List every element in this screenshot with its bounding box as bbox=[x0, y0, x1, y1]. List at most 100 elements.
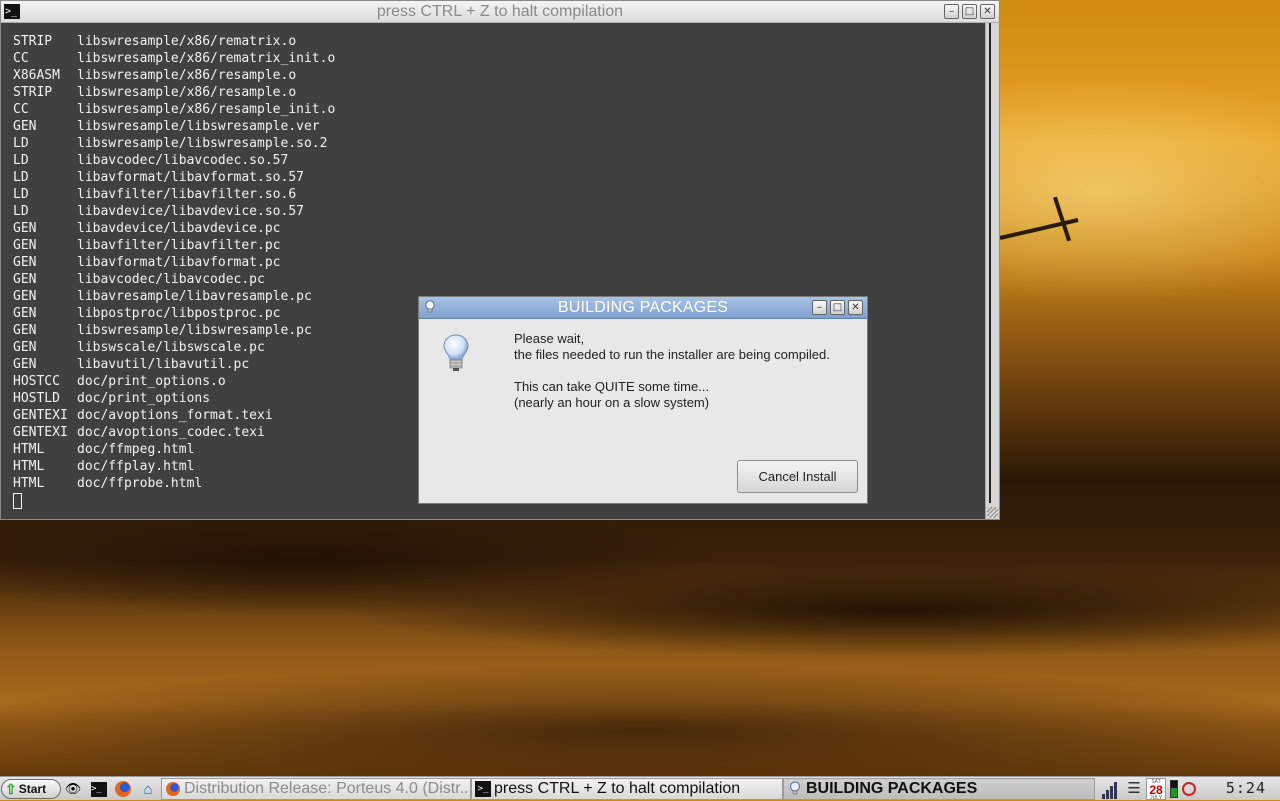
firefox-icon bbox=[165, 781, 181, 797]
terminal-icon: >_ bbox=[475, 781, 491, 797]
terminal-line-path: libswscale/libswscale.pc bbox=[77, 340, 265, 355]
terminal-line-tag: GEN bbox=[13, 357, 37, 372]
terminal-scrollbar[interactable] bbox=[985, 23, 999, 519]
start-label: Start bbox=[18, 782, 47, 796]
terminal-line-tag: GEN bbox=[13, 323, 37, 338]
task-label: BUILDING PACKAGES bbox=[806, 780, 978, 797]
lightbulb-icon bbox=[441, 333, 471, 371]
terminal-line-tag: GEN bbox=[13, 306, 37, 321]
task-terminal[interactable]: >_ press CTRL + Z to halt compilation bbox=[471, 778, 783, 800]
calendar-icon[interactable]: SAT 28 JULY bbox=[1146, 778, 1166, 801]
terminal-line-path: libavfilter/libavfilter.pc bbox=[77, 238, 281, 253]
terminal-line: LD libswresample/libswresample.so.2 bbox=[13, 135, 973, 152]
eye-icon[interactable]: 👁 bbox=[62, 779, 84, 799]
cancel-install-button[interactable]: Cancel Install bbox=[737, 460, 858, 493]
terminal-line-path: doc/avoptions_codec.texi bbox=[77, 425, 265, 440]
close-button[interactable]: ✕ bbox=[980, 4, 995, 19]
terminal-line-path: doc/ffprobe.html bbox=[77, 476, 203, 491]
terminal-line-path: doc/print_options bbox=[77, 391, 211, 406]
building-packages-dialog[interactable]: BUILDING PACKAGES – □ ✕ Please wait, the… bbox=[418, 296, 868, 504]
window-controls: – □ ✕ bbox=[944, 4, 995, 19]
terminal-line-tag: HTML bbox=[13, 476, 45, 491]
wallpaper-horizon bbox=[0, 520, 1280, 780]
terminal-line-tag: LD bbox=[13, 153, 29, 168]
terminal-line: GEN libavcodec/libavcodec.pc bbox=[13, 271, 973, 288]
task-building-packages[interactable]: BUILDING PACKAGES bbox=[783, 778, 1095, 800]
terminal-title: press CTRL + Z to halt compilation bbox=[376, 2, 624, 20]
terminal-line-tag: LD bbox=[13, 204, 29, 219]
terminal-line-tag: GEN bbox=[13, 272, 37, 287]
terminal-line-tag: LD bbox=[13, 187, 29, 202]
terminal-line: GEN libswresample/libswresample.ver bbox=[13, 118, 973, 135]
terminal-title-bar[interactable]: >_ press CTRL + Z to halt compilation – … bbox=[1, 1, 999, 23]
terminal-line-path: libswresample/x86/resample_init.o bbox=[77, 102, 336, 117]
terminal-line-tag: LD bbox=[13, 170, 29, 185]
update-icon[interactable] bbox=[1182, 782, 1196, 796]
terminal-line: GEN libavdevice/libavdevice.pc bbox=[13, 220, 973, 237]
taskbar: ⇧ Start 👁 >_ ⌂ Distribution Release: Por… bbox=[0, 776, 1280, 801]
terminal-line-tag: HOSTLD bbox=[13, 391, 60, 406]
terminal-line-path: libswresample/x86/rematrix_init.o bbox=[77, 51, 336, 66]
terminal-line-path: libavformat/libavformat.pc bbox=[77, 255, 281, 270]
lightbulb-icon bbox=[787, 781, 803, 797]
task-label: Distribution Release: Porteus 4.0 (Distr… bbox=[184, 780, 471, 797]
start-arrow-icon: ⇧ bbox=[5, 781, 17, 797]
task-browser[interactable]: Distribution Release: Porteus 4.0 (Distr… bbox=[161, 778, 471, 800]
terminal-line-path: libswresample/x86/rematrix.o bbox=[77, 34, 297, 49]
clock: 5:24 bbox=[1225, 779, 1266, 797]
terminal-line: LD libavcodec/libavcodec.so.57 bbox=[13, 152, 973, 169]
terminal-line-tag: HTML bbox=[13, 459, 45, 474]
terminal-line-path: libavdevice/libavdevice.pc bbox=[77, 221, 281, 236]
terminal-line-path: libavformat/libavformat.so.57 bbox=[77, 170, 304, 185]
terminal-line-path: libavutil/libavutil.pc bbox=[77, 357, 250, 372]
terminal-line-path: doc/ffplay.html bbox=[77, 459, 195, 474]
terminal-line-path: libswresample/x86/resample.o bbox=[77, 68, 297, 83]
maximize-button[interactable]: □ bbox=[962, 4, 977, 19]
terminal-line-tag: GEN bbox=[13, 221, 37, 236]
home-icon[interactable]: ⌂ bbox=[137, 779, 159, 799]
terminal-line: CC libswresample/x86/rematrix_init.o bbox=[13, 50, 973, 67]
network-signal-icon[interactable] bbox=[1100, 779, 1122, 799]
dialog-line-2: the files needed to run the installer ar… bbox=[514, 347, 830, 362]
dialog-message: Please wait, the files needed to run the… bbox=[514, 331, 830, 411]
terminal-line-tag: GEN bbox=[13, 289, 37, 304]
terminal-line-tag: GEN bbox=[13, 340, 37, 355]
terminal-line: LD libavfilter/libavfilter.so.6 bbox=[13, 186, 973, 203]
terminal-line-path: doc/ffmpeg.html bbox=[77, 442, 195, 457]
terminal-line-path: doc/print_options.o bbox=[77, 374, 226, 389]
terminal-line-path: libswresample/libswresample.so.2 bbox=[77, 136, 328, 151]
terminal-line-tag: STRIP bbox=[13, 85, 53, 100]
terminal-line-path: libavfilter/libavfilter.so.6 bbox=[77, 187, 297, 202]
firefox-icon[interactable] bbox=[112, 779, 134, 799]
dialog-close-button[interactable]: ✕ bbox=[848, 300, 863, 315]
system-tray: ☰ SAT 28 JULY bbox=[1100, 778, 1196, 801]
battery-icon[interactable] bbox=[1170, 780, 1178, 798]
terminal-line-tag: CC bbox=[13, 102, 29, 117]
terminal-line: CC libswresample/x86/resample_init.o bbox=[13, 101, 973, 118]
terminal-line-tag: GEN bbox=[13, 119, 37, 134]
terminal-line-path: libswresample/x86/resample.o bbox=[77, 85, 297, 100]
terminal-launcher-icon[interactable]: >_ bbox=[88, 779, 110, 799]
start-button[interactable]: ⇧ Start bbox=[1, 779, 61, 799]
terminal-line-tag: STRIP bbox=[13, 34, 53, 49]
terminal-line-path: libavresample/libavresample.pc bbox=[77, 289, 312, 304]
task-label: press CTRL + Z to halt compilation bbox=[494, 780, 741, 797]
dialog-line-4: (nearly an hour on a slow system) bbox=[514, 395, 710, 410]
terminal-line-tag: HOSTCC bbox=[13, 374, 60, 389]
terminal-line-path: libpostproc/libpostproc.pc bbox=[77, 306, 281, 321]
scrollbar-track bbox=[989, 23, 991, 503]
dialog-window-controls: – □ ✕ bbox=[812, 300, 863, 315]
terminal-line-tag: HTML bbox=[13, 442, 45, 457]
dialog-title: BUILDING PACKAGES bbox=[557, 298, 729, 316]
mixer-icon[interactable]: ☰ bbox=[1122, 779, 1146, 799]
terminal-line: LD libavformat/libavformat.so.57 bbox=[13, 169, 973, 186]
terminal-line-path: doc/avoptions_format.texi bbox=[77, 408, 273, 423]
dialog-minimize-button[interactable]: – bbox=[812, 300, 827, 315]
minimize-button[interactable]: – bbox=[944, 4, 959, 19]
dialog-title-bar[interactable]: BUILDING PACKAGES – □ ✕ bbox=[419, 297, 867, 319]
dialog-maximize-button[interactable]: □ bbox=[830, 300, 845, 315]
terminal-line-path: libswresample/libswresample.ver bbox=[77, 119, 320, 134]
dialog-line-3: This can take QUITE some time... bbox=[514, 379, 710, 394]
resize-grip[interactable] bbox=[987, 507, 998, 518]
terminal-line-tag: GENTEXI bbox=[13, 425, 68, 440]
